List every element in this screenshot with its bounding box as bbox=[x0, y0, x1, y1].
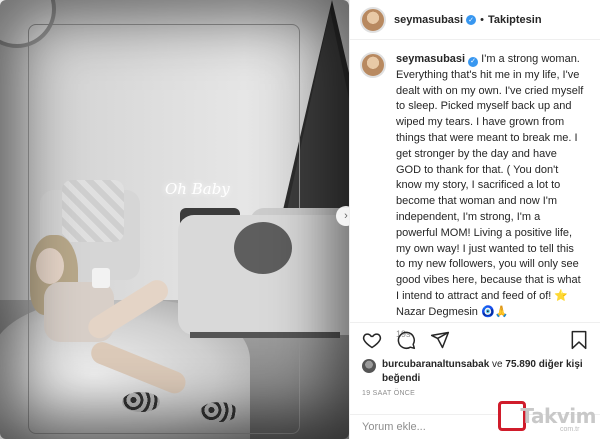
caption-username[interactable]: seymasubasi bbox=[396, 53, 465, 65]
caption-body: seymasubasi ✓ I'm a strong woman. Everyth… bbox=[396, 52, 584, 339]
post-side-panel: seymasubasi ✓ • Takiptesin seymasubasi ✓ … bbox=[349, 0, 600, 439]
like-button[interactable] bbox=[362, 330, 382, 350]
share-button[interactable] bbox=[430, 330, 450, 350]
avatar bbox=[362, 359, 376, 373]
bookmark-icon bbox=[571, 330, 587, 349]
likes-text: burcubaranaltunsabak ve 75.890 diğer kiş… bbox=[382, 358, 594, 386]
heart-icon bbox=[362, 332, 382, 348]
likes-connector: ve bbox=[492, 359, 503, 370]
post-time-ago[interactable]: 19 SAAT ÖNCE bbox=[362, 390, 415, 397]
photo-vignette bbox=[0, 0, 349, 439]
likes-suffix: beğendi bbox=[382, 373, 421, 384]
post-header: seymasubasi ✓ • Takiptesin bbox=[350, 0, 600, 40]
caption-comment: seymasubasi ✓ I'm a strong woman. Everyth… bbox=[350, 40, 600, 339]
post-photo[interactable]: Oh Baby bbox=[0, 0, 349, 439]
header-username[interactable]: seymasubasi bbox=[394, 14, 463, 26]
caption-text: I'm a strong woman. Everything that's hi… bbox=[396, 53, 584, 318]
comment-bubble-icon bbox=[397, 331, 416, 349]
chevron-right-icon: › bbox=[344, 210, 348, 222]
verified-badge-icon: ✓ bbox=[466, 14, 477, 25]
likes-summary: burcubaranaltunsabak ve 75.890 diğer kiş… bbox=[362, 358, 594, 386]
verified-badge-icon: ✓ bbox=[468, 56, 479, 67]
comment-button[interactable] bbox=[396, 330, 416, 350]
follow-button[interactable]: Takiptesin bbox=[488, 14, 542, 26]
avatar[interactable] bbox=[360, 6, 386, 33]
comment-input[interactable] bbox=[362, 421, 512, 433]
share-send-icon bbox=[430, 331, 450, 348]
watermark-domain: com.tr bbox=[560, 426, 580, 433]
action-bar bbox=[350, 322, 600, 356]
header-separator: • bbox=[480, 13, 484, 26]
watermark-brand: Takvim bbox=[520, 404, 596, 428]
save-button[interactable] bbox=[569, 330, 589, 350]
likes-others-link[interactable]: 75.890 diğer kişi bbox=[505, 359, 582, 370]
avatar[interactable] bbox=[360, 52, 386, 78]
site-watermark: Takvim com.tr bbox=[498, 398, 596, 434]
liker-username[interactable]: burcubaranaltunsabak bbox=[382, 359, 489, 370]
